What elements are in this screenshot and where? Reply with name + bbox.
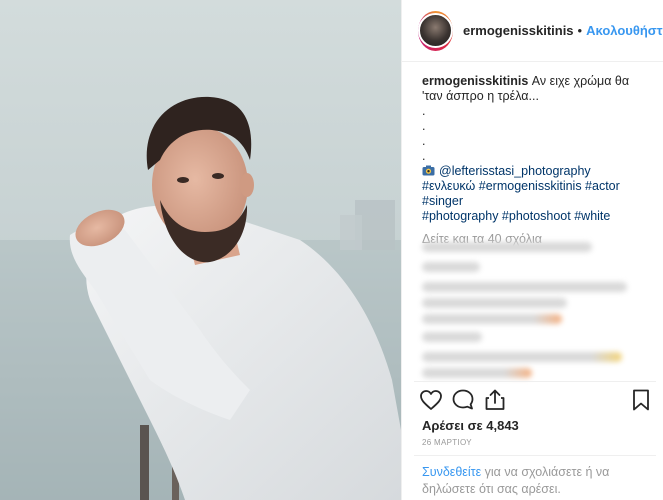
divider xyxy=(414,381,656,382)
hashtags-line-2[interactable]: #photography #photoshoot #white xyxy=(422,209,652,224)
blurred-comment xyxy=(422,242,592,252)
photographer-mention[interactable]: @lefterisstasi_photography xyxy=(439,164,591,178)
instagram-post: ermogenisskitinis • Ακολουθήστε ermogeni… xyxy=(0,0,663,500)
bookmark-icon[interactable] xyxy=(628,387,654,413)
caption-block: ermogenisskitinis Αν ειχε χρώμα θα 'ταν … xyxy=(422,74,652,247)
blurred-comment xyxy=(422,314,562,324)
follow-button[interactable]: Ακολουθήστε xyxy=(586,23,663,38)
blurred-comment xyxy=(422,282,627,292)
caption-dot-2: . xyxy=(422,119,426,133)
blurred-comment xyxy=(422,352,622,362)
blurred-comment xyxy=(422,332,482,342)
camera-icon xyxy=(422,165,435,176)
header-username[interactable]: ermogenisskitinis xyxy=(463,23,574,38)
photographer-line: @lefterisstasi_photography xyxy=(422,164,652,179)
comment-icon[interactable] xyxy=(450,387,476,413)
caption-username[interactable]: ermogenisskitinis xyxy=(422,74,528,88)
hashtags-line-1[interactable]: #ενλευκώ #ermogenisskitinis #actor #sing… xyxy=(422,179,652,209)
avatar-image xyxy=(418,13,453,48)
likes-count[interactable]: Αρέσει σε 4,843 xyxy=(422,418,519,433)
avatar[interactable] xyxy=(418,10,453,51)
caption-dot-4: . xyxy=(422,149,426,163)
blurred-comment xyxy=(422,262,480,272)
share-icon[interactable] xyxy=(482,387,508,413)
blurred-comment xyxy=(422,368,532,378)
caption: ermogenisskitinis Αν ειχε χρώμα θα 'ταν … xyxy=(422,74,652,104)
caption-dot-1: . xyxy=(422,104,426,118)
action-bar xyxy=(402,384,663,414)
caption-dot-3: . xyxy=(422,134,426,148)
blurred-comment xyxy=(422,298,567,308)
divider xyxy=(414,455,656,456)
login-prompt: Συνδεθείτε για να σχολιάσετε ή να δηλώσε… xyxy=(422,464,647,498)
header-separator: • xyxy=(577,23,583,38)
post-date[interactable]: 26 ΜΑΡΤΙΟΥ xyxy=(422,438,472,447)
post-header: ermogenisskitinis • Ακολουθήστε xyxy=(402,0,663,62)
heart-icon[interactable] xyxy=(418,387,444,413)
man-in-white-sweater-photo xyxy=(0,0,401,500)
post-details-pane: ermogenisskitinis • Ακολουθήστε ermogeni… xyxy=(401,0,663,500)
post-photo[interactable] xyxy=(0,0,401,500)
login-link[interactable]: Συνδεθείτε xyxy=(422,465,481,479)
